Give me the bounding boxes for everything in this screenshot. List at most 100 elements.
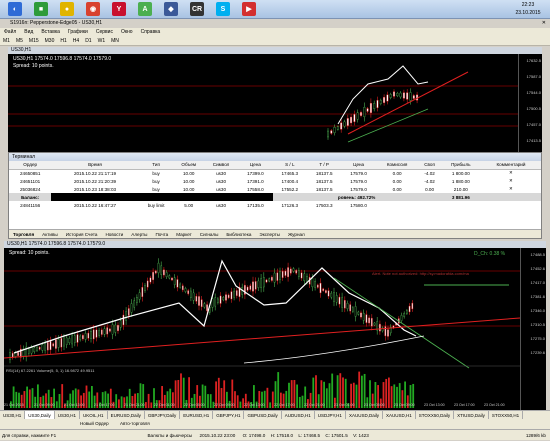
candle-body — [353, 114, 356, 122]
app-icon-blue[interactable]: ◐ — [8, 2, 22, 16]
timeframe-MN[interactable]: MN — [111, 37, 119, 45]
terminal-tab-3[interactable]: Новости — [105, 232, 123, 237]
cell: us30 — [216, 186, 227, 192]
column-header[interactable]: Прибыль — [440, 161, 481, 170]
candle-body — [230, 291, 233, 300]
app-icon-chrome[interactable]: ◉ — [86, 2, 100, 16]
timeframe-H4[interactable]: H4 — [73, 37, 79, 45]
column-header[interactable]: S / L — [272, 161, 307, 170]
app-icon-s[interactable]: ◆ — [164, 2, 178, 16]
terminal-tab-7[interactable]: Сигналы — [200, 232, 219, 237]
column-header[interactable]: Комиссия — [375, 161, 419, 170]
close-order-icon[interactable]: ✕ — [481, 177, 541, 185]
date-tick: 22 Oct 05:00 — [184, 403, 205, 407]
candle-body — [106, 327, 109, 335]
candle-body — [168, 275, 171, 279]
terminal-tab-1[interactable]: Активы — [42, 232, 58, 237]
top-chart-canvas — [8, 65, 518, 143]
timeframe-M1[interactable]: M1 — [3, 37, 10, 45]
status-open: O: 17498.0 — [242, 433, 266, 438]
candle-body — [114, 324, 117, 333]
candle-body — [227, 294, 230, 299]
column-header[interactable]: Комментарий — [480, 161, 541, 170]
close-order-icon[interactable]: ✕ — [481, 169, 541, 177]
menu-item-4[interactable]: Сервис — [96, 29, 113, 35]
cell: 1 800.00 — [451, 170, 470, 176]
trend-line-red — [4, 317, 520, 359]
status-volume: V: 1423 — [353, 433, 369, 438]
cell: us30 — [216, 178, 227, 184]
candle-body — [408, 305, 411, 313]
order-row[interactable]: 24650851 2015.10.22 21:17:19 buy 10.00 us30 1… — [9, 169, 541, 177]
top-chart-window[interactable]: US30,H1 US30,H1 17574.0 17596.8 17574.0 … — [8, 47, 542, 152]
terminal-tab-8[interactable]: Библиотека — [226, 232, 251, 237]
candle-body — [281, 270, 284, 278]
app-icon-cr[interactable]: CR — [190, 2, 204, 16]
candle-body — [311, 278, 314, 288]
candle-body — [203, 303, 206, 308]
menu-item-2[interactable]: Вставка — [41, 29, 60, 35]
column-header[interactable]: Ордер — [9, 161, 52, 170]
pending-order-row[interactable]: 24841156 2015.10.22 16:47:27 buy limit 5.00… — [9, 201, 541, 209]
column-header[interactable]: Символ — [203, 161, 239, 170]
timeframe-M30[interactable]: M30 — [45, 37, 55, 45]
date-tick: 23 Oct 17:00 — [454, 403, 475, 407]
status-low: L: 17468.5 — [298, 433, 321, 438]
app-icon-yellow[interactable]: ● — [60, 2, 74, 16]
app-icon-y[interactable]: Y — [112, 2, 126, 16]
candle-body — [36, 347, 38, 351]
column-header[interactable]: Своп — [418, 161, 441, 170]
candle-body — [303, 273, 306, 281]
terminal-tab-2[interactable]: История Счета — [66, 232, 98, 237]
menu-item-0[interactable]: Файл — [4, 29, 16, 35]
timeframe-toolbar: M1 M5 M15 M30 H1 H4 D1 W1 MN — [0, 36, 550, 46]
candle-body — [195, 296, 198, 302]
candle-body — [179, 283, 181, 288]
column-header[interactable]: T / P — [307, 161, 342, 170]
cell: 2015.10.22 21:17:19 — [73, 170, 117, 176]
terminal-tab-9[interactable]: Эксперты — [259, 232, 280, 237]
close-order-icon[interactable]: ✕ — [481, 185, 541, 193]
window-close-icon[interactable]: ✕ — [542, 19, 546, 28]
column-header[interactable]: Тип — [138, 161, 174, 170]
candle-body — [409, 92, 412, 101]
menu-item-6[interactable]: Справка — [141, 29, 161, 35]
timeframe-W1[interactable]: W1 — [98, 37, 106, 45]
terminal-tab-6[interactable]: Маркет — [176, 232, 192, 237]
terminal-tab-4[interactable]: Алерты — [131, 232, 147, 237]
candle-body — [68, 338, 71, 344]
cell: -4.02 — [424, 170, 435, 176]
order-row[interactable]: 25036824 2015.10.23 18:38:03 buy 10.00 us30 1… — [9, 185, 541, 193]
timeframe-H1[interactable]: H1 — [60, 37, 66, 45]
app-icon-a[interactable]: A — [138, 2, 152, 16]
column-header[interactable]: Цена — [238, 161, 273, 170]
column-header[interactable]: Цена — [341, 161, 376, 170]
timeframe-D1[interactable]: D1 — [85, 37, 91, 45]
candle-body — [181, 285, 184, 291]
terminal-tab-0[interactable]: Торговля — [13, 232, 34, 237]
candle-body — [33, 347, 36, 352]
new-order-button[interactable]: Новый Ордер — [80, 421, 109, 426]
app-icon-green[interactable]: ■ — [34, 2, 48, 16]
column-header[interactable]: Время — [51, 161, 139, 170]
autotrading-button[interactable]: Авто-торговля — [120, 421, 150, 426]
candle-body — [138, 292, 141, 300]
menu-item-1[interactable]: Вид — [24, 29, 33, 35]
menu-item-5[interactable]: Окно — [121, 29, 133, 35]
app-icon-skype[interactable]: S — [216, 2, 230, 16]
bottom-chart-window[interactable]: US30,H1 17574.0 17596.8 17574.0 17579.0 … — [4, 241, 546, 410]
candle-body — [160, 265, 163, 275]
candle-body — [41, 344, 44, 351]
candle-body — [396, 92, 399, 97]
column-header[interactable]: Объем — [173, 161, 204, 170]
app-icon-red[interactable]: ▶ — [242, 2, 256, 16]
timeframe-M15[interactable]: M15 — [29, 37, 39, 45]
menu-item-3[interactable]: Графики — [68, 29, 88, 35]
terminal-tab-5[interactable]: Почта — [155, 232, 168, 237]
terminal-tab-10[interactable]: Журнал — [288, 232, 305, 237]
system-clock[interactable]: 22:23 23.10.2015 — [508, 1, 548, 17]
terminal-title: Терминал — [9, 153, 541, 161]
order-row[interactable]: 24651101 2015.10.22 21:20:39 buy 10.00 us30 1… — [9, 177, 541, 185]
candle-body — [130, 303, 133, 313]
timeframe-M5[interactable]: M5 — [16, 37, 23, 45]
